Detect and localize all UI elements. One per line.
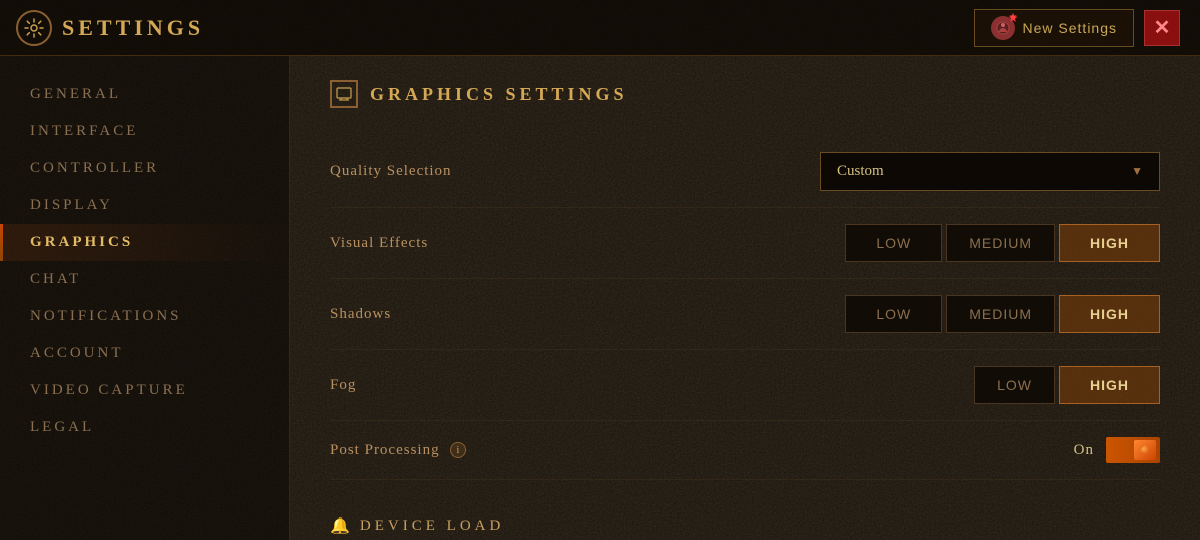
quality-selection-label: Quality Selection xyxy=(330,163,452,180)
device-load-header: 🔔 DEVICE LOAD xyxy=(330,516,1160,536)
sidebar-item-chat[interactable]: CHAT xyxy=(0,261,289,298)
dropdown-arrow-icon: ▼ xyxy=(1131,164,1143,179)
shadows-low-btn[interactable]: Low xyxy=(845,295,942,333)
fog-low-btn[interactable]: Low xyxy=(974,366,1055,404)
close-button[interactable]: ✕ xyxy=(1144,10,1180,46)
bell-icon: 🔔 xyxy=(330,516,350,536)
fog-row: Fog Low High xyxy=(330,350,1160,421)
shadows-label: Shadows xyxy=(330,306,391,323)
toggle-container: On xyxy=(1074,437,1160,463)
sidebar: GENERAL INTERFACE CONTROLLER DISPLAY GRA… xyxy=(0,56,290,540)
toggle-knob xyxy=(1134,440,1156,460)
header: SETTINGS ★ New Settings ✕ xyxy=(0,0,1200,56)
sidebar-item-graphics[interactable]: GRAPHICS xyxy=(0,224,289,261)
info-icon: i xyxy=(450,442,466,458)
sidebar-item-controller[interactable]: CONTROLLER xyxy=(0,150,289,187)
header-title: SETTINGS xyxy=(62,15,204,41)
sidebar-item-account[interactable]: ACCOUNT xyxy=(0,335,289,372)
quality-dropdown[interactable]: Custom ▼ xyxy=(820,152,1160,191)
quality-selection-row: Quality Selection Custom ▼ xyxy=(330,136,1160,208)
shadows-row: Shadows Low Medium High xyxy=(330,279,1160,350)
section-title: GRAPHICS SETTINGS xyxy=(370,84,628,105)
sidebar-item-display[interactable]: DISPLAY xyxy=(0,187,289,224)
quality-dropdown-value: Custom xyxy=(837,163,884,180)
shadows-high-btn[interactable]: High xyxy=(1059,295,1160,333)
header-left: SETTINGS xyxy=(16,10,204,46)
new-settings-label: New Settings xyxy=(1023,20,1117,36)
main-content: GENERAL INTERFACE CONTROLLER DISPLAY GRA… xyxy=(0,56,1200,540)
visual-effects-label: Visual Effects xyxy=(330,235,428,252)
shadows-medium-btn[interactable]: Medium xyxy=(946,295,1055,333)
section-icon xyxy=(330,80,358,108)
visual-effects-low-btn[interactable]: Low xyxy=(845,224,942,262)
fog-btn-group: Low High xyxy=(974,366,1160,404)
new-settings-button[interactable]: ★ New Settings xyxy=(974,9,1134,47)
visual-effects-row: Visual Effects Low Medium High xyxy=(330,208,1160,279)
gear-icon xyxy=(16,10,52,46)
sidebar-item-notifications[interactable]: NOTIFICATIONS xyxy=(0,298,289,335)
sidebar-item-interface[interactable]: INTERFACE xyxy=(0,113,289,150)
section-header: GRAPHICS SETTINGS xyxy=(330,80,1160,108)
sidebar-item-general[interactable]: GENERAL xyxy=(0,76,289,113)
new-settings-icon: ★ xyxy=(991,16,1015,40)
toggle-gem-icon xyxy=(1140,445,1150,455)
visual-effects-high-btn[interactable]: High xyxy=(1059,224,1160,262)
app-container: SETTINGS ★ New Settings ✕ GENERAL I xyxy=(0,0,1200,540)
header-right: ★ New Settings ✕ xyxy=(974,9,1180,47)
post-processing-label: Post Processing i xyxy=(330,442,466,459)
visual-effects-btn-group: Low Medium High xyxy=(845,224,1160,262)
post-processing-row: Post Processing i On xyxy=(330,421,1160,480)
visual-effects-medium-btn[interactable]: Medium xyxy=(946,224,1055,262)
device-load-title: DEVICE LOAD xyxy=(360,518,504,535)
post-processing-value: On xyxy=(1074,442,1094,459)
content-area: GRAPHICS SETTINGS Quality Selection Cust… xyxy=(290,56,1200,540)
fog-high-btn[interactable]: High xyxy=(1059,366,1160,404)
fog-label: Fog xyxy=(330,377,356,394)
shadows-btn-group: Low Medium High xyxy=(845,295,1160,333)
device-load-section: 🔔 DEVICE LOAD High xyxy=(330,500,1160,540)
sidebar-item-video-capture[interactable]: VIDEO CAPTURE xyxy=(0,372,289,409)
post-processing-toggle[interactable] xyxy=(1106,437,1160,463)
sidebar-item-legal[interactable]: LEGAL xyxy=(0,409,289,446)
